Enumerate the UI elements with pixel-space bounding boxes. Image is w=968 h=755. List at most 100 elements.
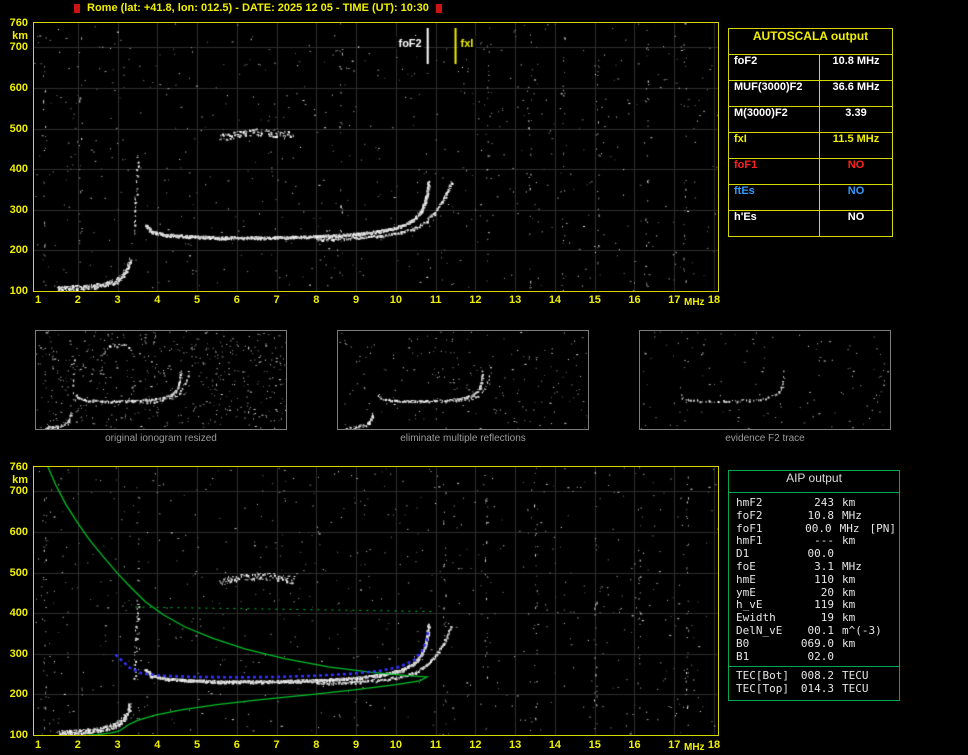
x-tick-label: 6 (227, 739, 247, 751)
aip-row-foE: foE3.1MHz (736, 561, 896, 574)
aip-row-B0: B0069.0km (736, 638, 896, 651)
y-unit-label: km (2, 30, 28, 42)
red-marker-icon (74, 4, 80, 13)
x-tick-label: 1 (28, 294, 48, 306)
thumb-evidence-f2-trace-canvas (640, 331, 890, 429)
aip-row-foF2: foF210.8MHz (736, 510, 896, 523)
aip-row-hmE: hmE110km (736, 574, 896, 587)
param-unit: km (842, 535, 855, 548)
x-tick-label: 13 (505, 739, 525, 751)
x-tick-label: 13 (505, 294, 525, 306)
red-marker-icon (436, 4, 442, 13)
x-tick-label: 9 (346, 294, 366, 306)
top-ionogram-plot (33, 22, 719, 292)
x-tick-label: 7 (267, 294, 287, 306)
station-date-time-title: Rome (lat: +41.8, lon: 012.5) - DATE: 20… (87, 2, 429, 14)
param-label: fxI (729, 133, 820, 158)
x-tick-label: 7 (267, 739, 287, 751)
param-label: foF1 (729, 159, 820, 184)
x-tick-label: 11 (426, 739, 446, 751)
y-tick-label: 600 (2, 82, 28, 94)
param-unit: MHz (842, 561, 862, 574)
y-unit-label: km (2, 474, 28, 486)
param-label: MUF(3000)F2 (729, 81, 820, 106)
param-value: 10.8 MHz (820, 55, 892, 80)
param-label: h'Es (729, 211, 820, 236)
x-tick-label: 14 (545, 294, 565, 306)
x-tick-label: 10 (386, 739, 406, 751)
param-unit: km (842, 497, 855, 510)
param-value: NO (820, 211, 892, 236)
param-unit: km (842, 638, 855, 651)
param-label: DelN_vE (736, 625, 798, 638)
x-tick-label: 17 (664, 739, 684, 751)
y-tick-label: 760 (2, 17, 28, 29)
y-tick-label: 100 (2, 729, 28, 741)
param-value: 10.8 (798, 510, 834, 523)
param-label: hmF2 (736, 497, 798, 510)
x-tick-label: 4 (147, 739, 167, 751)
aip-row-B1: B102.0 (736, 651, 896, 664)
param-label: foF2 (729, 55, 820, 80)
y-tick-label: 400 (2, 607, 28, 619)
param-unit: MHz (842, 510, 862, 523)
aip-table-body: hmF2243kmfoF210.8MHzfoF100.0MHz[PN]hmF1-… (729, 493, 899, 666)
thumb-evidence-f2-trace (639, 330, 891, 430)
y-tick-label: 700 (2, 485, 28, 497)
x-tick-label: 18 (704, 294, 724, 306)
autoscala-row-foF1: foF1NO (729, 159, 892, 185)
y-tick-label: 600 (2, 526, 28, 538)
x-tick-label: 6 (227, 294, 247, 306)
x-tick-label: 15 (585, 294, 605, 306)
y-tick-label: 500 (2, 567, 28, 579)
param-value: 00.1 (798, 625, 834, 638)
autoscala-table-header: AUTOSCALA output (729, 29, 892, 55)
param-unit: km (842, 574, 855, 587)
thumb-eliminate-reflections (337, 330, 589, 430)
param-label: ftEs (729, 185, 820, 210)
x-tick-label: 1 (28, 739, 48, 751)
thumb-eliminate-reflections-canvas (338, 331, 588, 429)
param-value: NO (820, 159, 892, 184)
thumb-caption-original: original ionogram resized (35, 433, 287, 444)
aip-table-header: AIP output (729, 471, 899, 493)
x-tick-label: 17 (664, 294, 684, 306)
thumb-original-ionogram (35, 330, 287, 430)
x-tick-label: 18 (704, 739, 724, 751)
aip-row-hmF2: hmF2243 km (736, 497, 896, 510)
autoscala-window: Rome (lat: +41.8, lon: 012.5) - DATE: 20… (0, 0, 968, 755)
x-tick-label: 9 (346, 739, 366, 751)
param-value: NO (820, 185, 892, 210)
autoscala-table-body: foF210.8 MHzMUF(3000)F236.6 MHzM(3000)F2… (729, 55, 892, 236)
x-tick-label: 12 (465, 294, 485, 306)
top-ionogram-canvas (34, 23, 718, 291)
x-tick-label: 2 (68, 739, 88, 751)
title-bar: Rome (lat: +41.8, lon: 012.5) - DATE: 20… (74, 1, 442, 15)
param-note: [PN] (870, 523, 897, 536)
top-plot-x-unit-label: MHz (684, 297, 705, 308)
x-tick-label: 16 (624, 294, 644, 306)
x-tick-label: 2 (68, 294, 88, 306)
param-value: 02.0 (798, 651, 834, 664)
x-tick-label: 11 (426, 294, 446, 306)
x-tick-label: 14 (545, 739, 565, 751)
y-tick-label: 300 (2, 648, 28, 660)
thumb-caption-evidence: evidence F2 trace (639, 433, 891, 444)
aip-row-TEC[Top]: TEC[Top]014.3TECU (736, 683, 896, 696)
param-label: foE (736, 561, 798, 574)
autoscala-row-foF2: foF210.8 MHz (729, 55, 892, 81)
autoscala-row-M(3000)F2: M(3000)F23.39 (729, 107, 892, 133)
x-tick-label: 3 (108, 294, 128, 306)
x-tick-label: 3 (108, 739, 128, 751)
y-tick-label: 400 (2, 163, 28, 175)
x-tick-label: 15 (585, 739, 605, 751)
y-tick-label: 100 (2, 285, 28, 297)
param-label: B1 (736, 651, 798, 664)
autoscala-row-MUF(3000)F2: MUF(3000)F236.6 MHz (729, 81, 892, 107)
y-tick-label: 200 (2, 244, 28, 256)
x-tick-label: 8 (306, 739, 326, 751)
param-value: 243 (798, 497, 834, 510)
y-tick-label: 700 (2, 41, 28, 53)
autoscala-row-fxI: fxI11.5 MHz (729, 133, 892, 159)
param-label: M(3000)F2 (729, 107, 820, 132)
